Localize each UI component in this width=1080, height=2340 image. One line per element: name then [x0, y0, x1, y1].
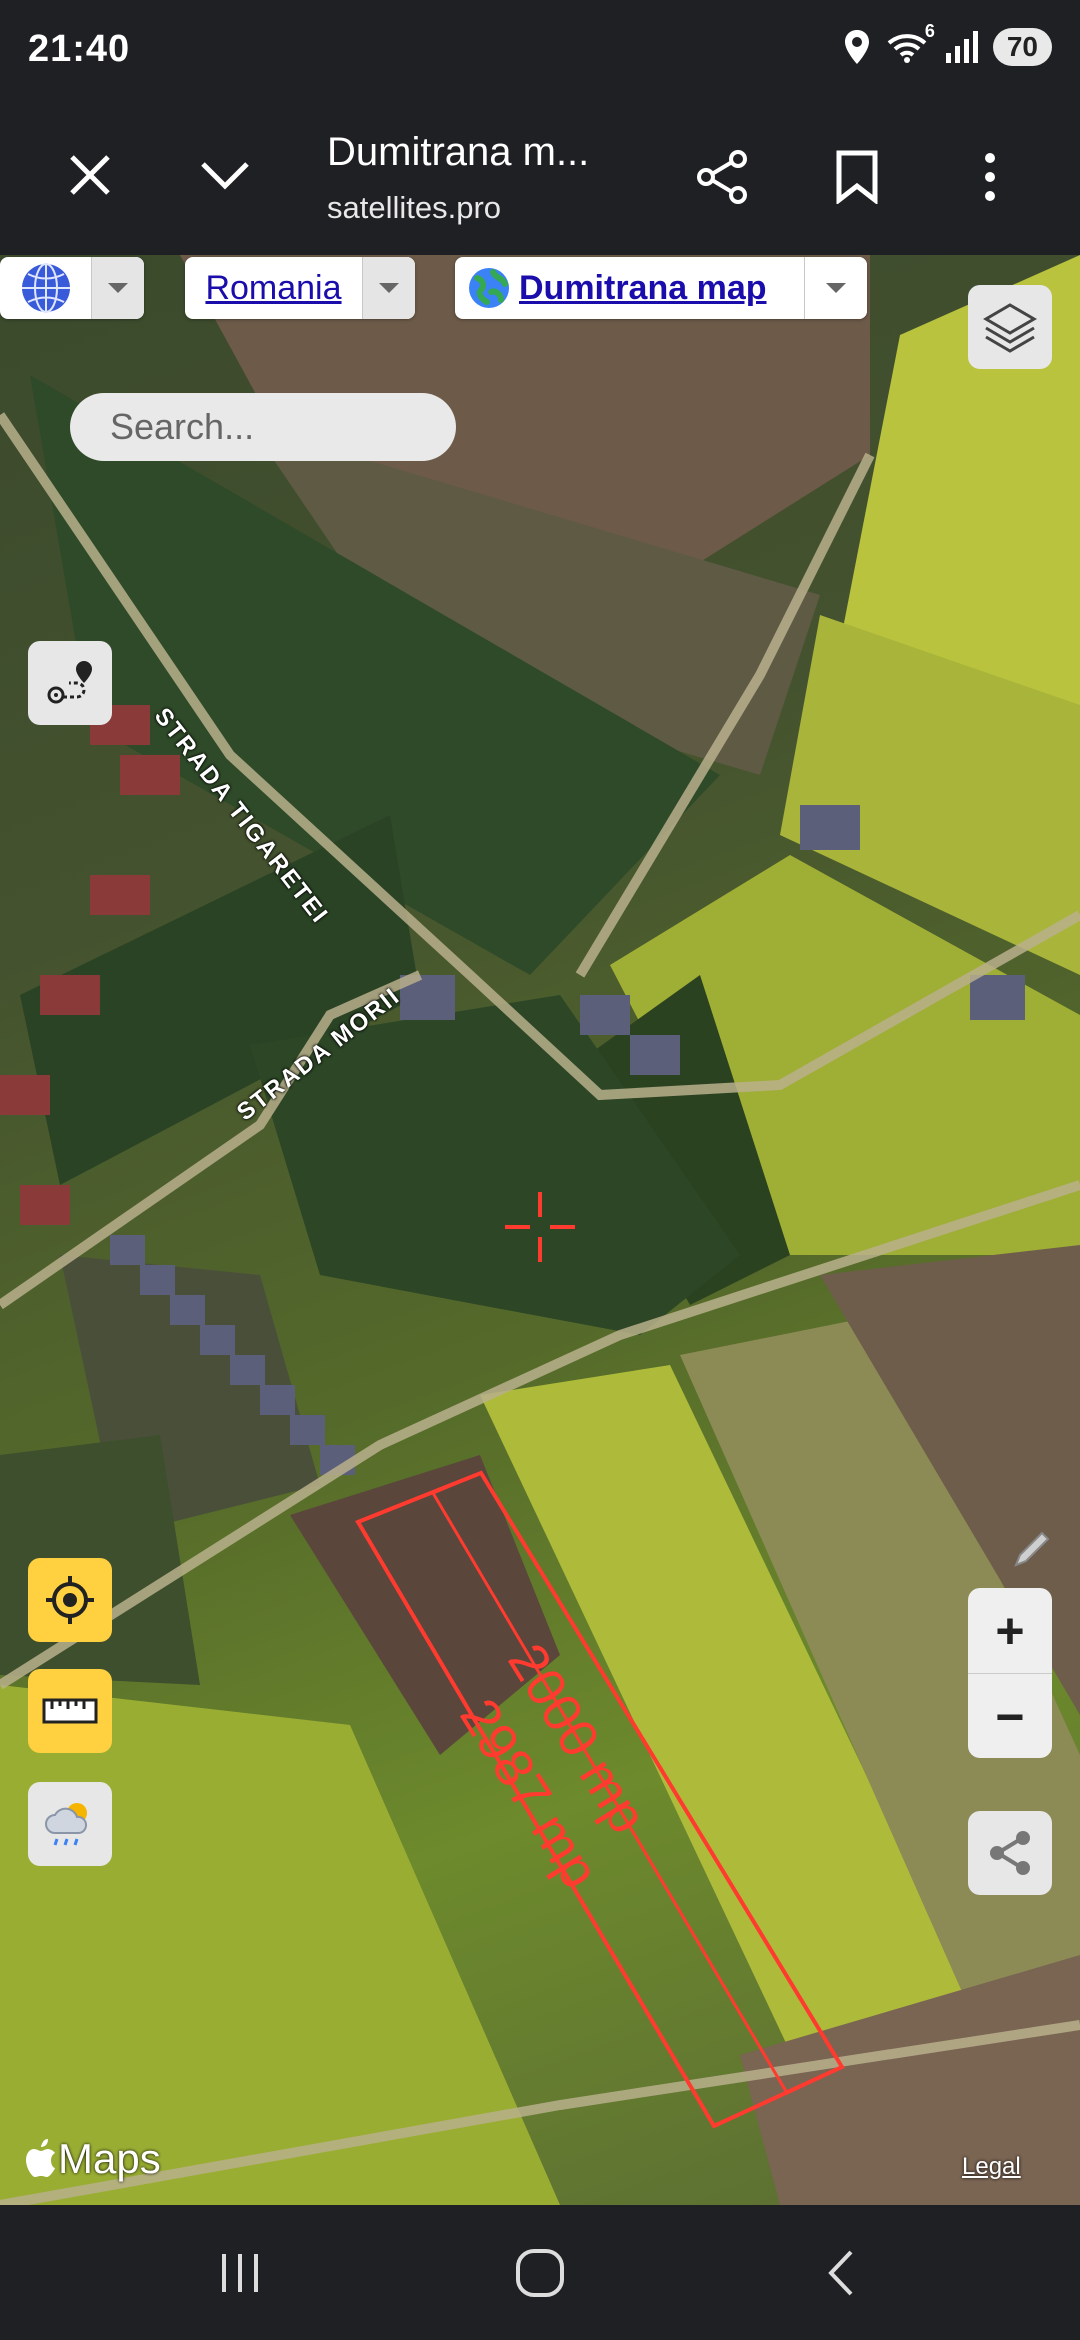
page-title: Dumitrana m...: [327, 130, 590, 174]
map-dropdown-button[interactable]: [804, 257, 867, 319]
system-nav-bar: [0, 2205, 1080, 2340]
status-bar: 21:40 6 70: [0, 0, 1080, 100]
status-icons: 6 70: [843, 21, 1052, 66]
layers-button[interactable]: [968, 285, 1052, 369]
caret-down-icon: [108, 283, 129, 293]
apple-logo-icon: [26, 2139, 55, 2177]
home-button[interactable]: [510, 2245, 570, 2301]
caret-down-icon: [826, 283, 846, 293]
satellite-map[interactable]: STRADA TIGARETEI STRADA MORII 2000 mp 29…: [0, 255, 1080, 2205]
caret-down-icon: [379, 283, 399, 293]
earth-icon: [469, 268, 509, 308]
map-selector[interactable]: Dumitrana map: [455, 257, 867, 319]
battery-indicator: 70: [992, 28, 1052, 66]
back-icon: [828, 2250, 853, 2296]
weather-icon: [45, 1803, 88, 1846]
legal-link[interactable]: Legal: [962, 2153, 1021, 2181]
apple-maps-attribution: Maps: [24, 2135, 161, 2183]
route-icon: [47, 661, 92, 704]
wifi-badge: 6: [924, 21, 935, 41]
country-selector[interactable]: Romania: [185, 257, 415, 319]
my-location-button[interactable]: [28, 1558, 112, 1642]
globe-selector[interactable]: [0, 257, 144, 319]
close-icon: [70, 155, 110, 195]
map-selector-label[interactable]: Dumitrana map: [519, 269, 767, 308]
back-button[interactable]: [810, 2245, 870, 2301]
location-icon: [844, 30, 869, 64]
wifi-icon: 6: [885, 21, 935, 65]
home-icon: [516, 2249, 564, 2297]
attribution-label: Maps: [58, 2135, 161, 2182]
crosshair-icon: [505, 1192, 575, 1262]
layers-icon: [983, 303, 1037, 353]
bookmark-button[interactable]: [825, 145, 889, 209]
bookmark-icon: [836, 150, 878, 204]
chevron-down-icon: [201, 162, 249, 190]
page-url: satellites.pro: [327, 190, 502, 225]
weather-button[interactable]: [28, 1782, 112, 1866]
zoom-control: + −: [968, 1588, 1052, 1758]
globe-icon: [0, 262, 91, 314]
globe-dropdown-button[interactable]: [91, 257, 144, 319]
search-input[interactable]: Search...: [70, 393, 456, 461]
collapse-button[interactable]: [195, 145, 255, 205]
route-button[interactable]: [28, 641, 112, 725]
country-selector-label[interactable]: Romania: [185, 269, 362, 308]
ruler-icon: [42, 1698, 98, 1724]
signal-icon: [945, 31, 978, 63]
map-share-button[interactable]: [968, 1811, 1052, 1895]
share-button[interactable]: [690, 145, 754, 209]
country-dropdown-button[interactable]: [362, 257, 415, 319]
crosshair-gps-icon: [46, 1576, 94, 1624]
browser-toolbar: Dumitrana m... satellites.pro: [0, 100, 1080, 255]
more-options-button[interactable]: [960, 145, 1020, 209]
close-button[interactable]: [60, 145, 120, 205]
share-icon: [697, 150, 747, 204]
pencil-icon: [1014, 1531, 1050, 1567]
more-vertical-icon: [985, 153, 995, 201]
measure-button[interactable]: [28, 1669, 112, 1753]
status-time: 21:40: [28, 28, 131, 70]
share-icon: [990, 1831, 1030, 1875]
plot-outlines: [355, 1192, 845, 2129]
zoom-out-button[interactable]: −: [968, 1674, 1052, 1759]
zoom-in-button[interactable]: +: [968, 1588, 1052, 1674]
draw-button[interactable]: [1000, 1517, 1064, 1581]
recents-icon: [222, 2254, 258, 2292]
recents-button[interactable]: [210, 2245, 270, 2301]
